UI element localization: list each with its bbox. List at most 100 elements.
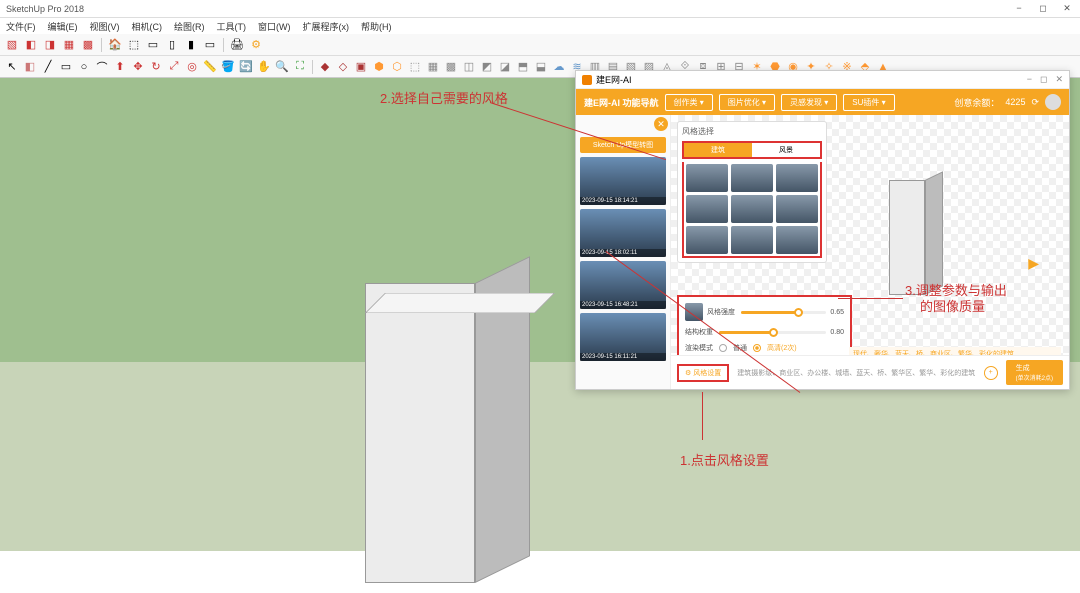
next-arrow-icon[interactable]: ▶: [1028, 255, 1039, 272]
style-thumb[interactable]: [686, 226, 728, 254]
plugin-icon[interactable]: ▣: [353, 59, 369, 75]
structure-weight-slider[interactable]: [719, 331, 826, 334]
generate-button[interactable]: 生成 (单次消耗2点): [1006, 360, 1063, 385]
plugin-icon[interactable]: ◫: [461, 59, 477, 75]
gear-icon[interactable]: ⚙: [248, 37, 264, 53]
style-tab-arch[interactable]: 建筑: [684, 143, 752, 157]
plugin-icon[interactable]: ⬒: [515, 59, 531, 75]
style-thumb[interactable]: [776, 195, 818, 223]
menu-extensions[interactable]: 扩展程序(x): [303, 20, 350, 33]
arc-icon[interactable]: ⌒: [94, 59, 110, 75]
minimize-button[interactable]: −: [1012, 3, 1026, 14]
menu-draw[interactable]: 绘图(R): [174, 20, 205, 33]
balance-value: 4225: [1005, 97, 1025, 107]
nav-tab-create[interactable]: 创作类 ▾: [665, 94, 713, 111]
close-button[interactable]: ✕: [1060, 3, 1074, 14]
paint-icon[interactable]: 🪣: [220, 59, 236, 75]
maximize-button[interactable]: ◻: [1036, 3, 1050, 14]
plugin-sidebar: ✕ Sketch Up模型转图 2023-09-15 18:14:21 2023…: [576, 115, 671, 389]
rect-icon[interactable]: ▭: [58, 59, 74, 75]
avatar[interactable]: [1045, 94, 1061, 110]
eraser-icon[interactable]: ◧: [22, 59, 38, 75]
tool-icon[interactable]: ▧: [4, 37, 20, 53]
style-tab-scenery[interactable]: 风景: [752, 143, 820, 157]
tool-icon[interactable]: ▩: [80, 37, 96, 53]
history-thumb[interactable]: 2023-09-15 16:48:21: [580, 261, 666, 309]
style-thumb[interactable]: [776, 164, 818, 192]
print-icon[interactable]: 🖨: [229, 37, 245, 53]
back-icon[interactable]: ▭: [202, 37, 218, 53]
mode-option: 普通: [733, 343, 747, 353]
front-icon[interactable]: ▯: [164, 37, 180, 53]
preview-cube: [889, 170, 944, 300]
zoom-icon[interactable]: +: [984, 366, 998, 380]
menu-file[interactable]: 文件(F): [6, 20, 36, 33]
nav-tab-plugin[interactable]: SU插件 ▾: [843, 94, 894, 111]
menu-help[interactable]: 帮助(H): [361, 20, 392, 33]
zoom-ext-icon[interactable]: ⛶: [292, 59, 308, 75]
side-icon[interactable]: ▮: [183, 37, 199, 53]
plugin-icon[interactable]: ◩: [479, 59, 495, 75]
model-cube[interactable]: [365, 263, 535, 593]
circle-icon[interactable]: ○: [76, 59, 92, 75]
style-thumb[interactable]: [731, 164, 773, 192]
param-preview: [685, 303, 703, 321]
history-thumb[interactable]: 2023-09-15 16:11:21: [580, 313, 666, 361]
plugin-minimize-button[interactable]: −: [1027, 74, 1032, 85]
plugin-icon[interactable]: ☁: [551, 59, 567, 75]
line-icon[interactable]: ╱: [40, 59, 56, 75]
rotate-icon[interactable]: ↻: [148, 59, 164, 75]
scale-icon[interactable]: ⤢: [166, 59, 182, 75]
mode-radio-hd[interactable]: [753, 344, 761, 352]
plugin-icon[interactable]: ⬡: [389, 59, 405, 75]
plugin-icon[interactable]: ⬢: [371, 59, 387, 75]
plugin-icon[interactable]: ⬓: [533, 59, 549, 75]
menu-view[interactable]: 视图(V): [90, 20, 120, 33]
mode-option: 高清(2次): [767, 343, 797, 353]
thumb-caption: 2023-09-15 16:48:21: [580, 301, 666, 309]
tool-icon[interactable]: ◨: [42, 37, 58, 53]
style-thumb[interactable]: [731, 226, 773, 254]
menu-edit[interactable]: 编辑(E): [48, 20, 78, 33]
plugin-icon[interactable]: ⬚: [407, 59, 423, 75]
push-icon[interactable]: ⬆: [112, 59, 128, 75]
style-thumb[interactable]: [686, 195, 728, 223]
refresh-icon[interactable]: ⟳: [1031, 97, 1039, 108]
tool-icon[interactable]: ◧: [23, 37, 39, 53]
param-value: 0.80: [830, 329, 844, 336]
zoom-icon[interactable]: 🔍: [274, 59, 290, 75]
plugin-maximize-button[interactable]: ◻: [1040, 74, 1047, 85]
iso-icon[interactable]: ⬚: [126, 37, 142, 53]
style-thumb[interactable]: [776, 226, 818, 254]
plugin-icon[interactable]: ▦: [425, 59, 441, 75]
plugin-icon[interactable]: ▩: [443, 59, 459, 75]
orbit-icon[interactable]: 🔄: [238, 59, 254, 75]
nav-tab-optimize[interactable]: 图片优化 ▾: [719, 94, 775, 111]
sidebar-close-icon[interactable]: ✕: [654, 117, 668, 131]
history-thumb[interactable]: 2023-09-15 18:02:11: [580, 209, 666, 257]
offset-icon[interactable]: ◎: [184, 59, 200, 75]
style-thumb[interactable]: [686, 164, 728, 192]
style-strength-slider[interactable]: [741, 311, 826, 314]
style-thumb[interactable]: [731, 195, 773, 223]
home-icon[interactable]: 🏠: [107, 37, 123, 53]
pan-icon[interactable]: ✋: [256, 59, 272, 75]
mode-radio-normal[interactable]: [719, 344, 727, 352]
tool-icon[interactable]: ▦: [61, 37, 77, 53]
plugin-icon[interactable]: ◪: [497, 59, 513, 75]
top-icon[interactable]: ▭: [145, 37, 161, 53]
style-settings-button[interactable]: ⚙ 风格设置: [677, 364, 729, 382]
plugin-icon[interactable]: ◇: [335, 59, 351, 75]
menu-window[interactable]: 窗口(W): [258, 20, 291, 33]
menu-camera[interactable]: 相机(C): [132, 20, 163, 33]
separator: [312, 60, 313, 74]
sidebar-mode-button[interactable]: Sketch Up模型转图: [580, 137, 666, 153]
history-thumb[interactable]: 2023-09-15 18:14:21: [580, 157, 666, 205]
plugin-icon[interactable]: ◆: [317, 59, 333, 75]
move-icon[interactable]: ✥: [130, 59, 146, 75]
plugin-close-button[interactable]: ✕: [1055, 74, 1063, 85]
nav-tab-inspire[interactable]: 灵感发现 ▾: [781, 94, 837, 111]
select-icon[interactable]: ↖: [4, 59, 20, 75]
tape-icon[interactable]: 📏: [202, 59, 218, 75]
menu-tools[interactable]: 工具(T): [217, 20, 247, 33]
